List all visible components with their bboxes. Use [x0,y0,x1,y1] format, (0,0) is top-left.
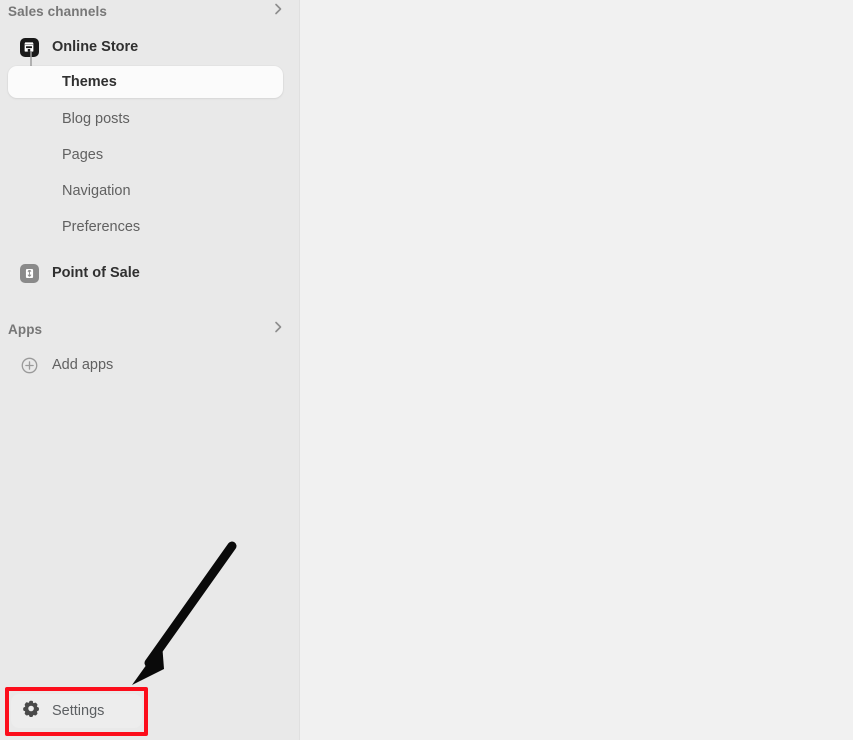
sales-channels-label: Sales channels [8,3,107,19]
sidebar-item-blog-posts-label: Blog posts [62,111,130,127]
settings-button[interactable]: Settings [11,694,142,728]
chevron-right-icon[interactable] [270,1,286,22]
sidebar-item-add-apps[interactable]: Add apps [8,349,283,381]
sidebar-item-point-of-sale-label: Point of Sale [52,265,140,281]
sidebar-item-online-store[interactable]: Online Store [8,31,283,63]
chevron-right-icon[interactable] [270,319,286,340]
sidebar-section-sales-channels[interactable]: Sales channels [0,0,300,25]
sidebar-item-navigation[interactable]: Navigation [8,175,283,207]
sidebar-item-preferences-label: Preferences [62,219,141,235]
sidebar-item-themes[interactable]: Themes [8,66,283,98]
sidebar-item-navigation-label: Navigation [62,183,131,199]
sidebar-item-blog-posts[interactable]: Blog posts [8,103,283,135]
apps-label: Apps [8,321,43,337]
sidebar: Sales channels Online Store Themes Blog … [0,0,300,740]
storefront-icon [18,36,40,58]
gear-icon [21,699,40,723]
main-content-area: Yo [300,0,853,740]
annotation-arrow-icon [132,541,237,685]
app-window: Yo [0,0,853,740]
sidebar-item-preferences[interactable]: Preferences [8,211,283,243]
plus-circle-icon [18,354,40,376]
sidebar-item-themes-label: Themes [62,74,117,90]
sidebar-item-online-store-label: Online Store [52,39,139,55]
sidebar-item-pages-label: Pages [62,147,104,163]
sidebar-item-pages[interactable]: Pages [8,139,283,171]
sidebar-divider [299,0,300,740]
sidebar-section-apps[interactable]: Apps [0,315,300,343]
settings-button-label: Settings [52,703,105,719]
point-of-sale-icon [18,262,40,284]
sidebar-item-point-of-sale[interactable]: Point of Sale [8,257,283,289]
sidebar-item-add-apps-label: Add apps [52,357,114,373]
